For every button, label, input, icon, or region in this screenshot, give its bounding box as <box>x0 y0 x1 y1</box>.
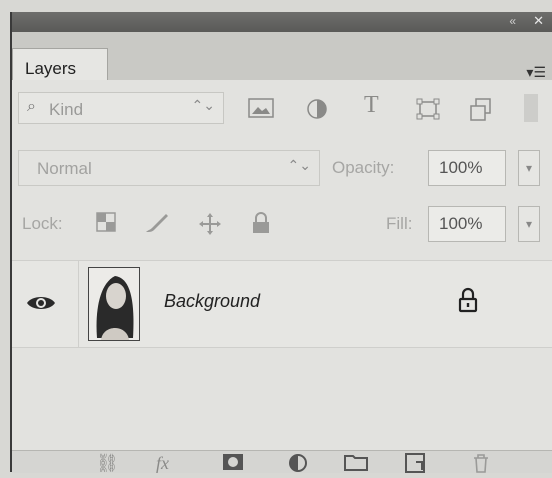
lock-image-brush-icon[interactable] <box>144 212 170 240</box>
lock-transparent-icon[interactable] <box>96 212 116 238</box>
panel-content: ⌕ Kind ⌃⌄ T Normal ⌃⌄ Opacity: 100% ▾ Lo… <box>12 80 552 473</box>
filter-toggle[interactable] <box>524 94 538 122</box>
layers-panel: « ✕ Layers ▾☰ ⌕ Kind ⌃⌄ T Normal ⌃⌄ Opac… <box>10 12 552 473</box>
collapse-icon[interactable]: « <box>509 14 516 28</box>
mask-icon[interactable] <box>222 453 244 476</box>
blend-mode-select[interactable]: Normal ⌃⌄ <box>18 150 320 186</box>
opacity-input[interactable]: 100% <box>428 150 506 186</box>
kind-label: Kind <box>49 100 84 119</box>
opacity-label: Opacity: <box>332 158 395 177</box>
select-arrows-icon: ⌃⌄ <box>287 157 311 173</box>
tab-label: Layers <box>25 59 77 78</box>
opacity-dropdown-icon[interactable]: ▾ <box>518 150 540 186</box>
search-icon: ⌕ <box>27 98 36 115</box>
tab-row: Layers ▾☰ <box>12 32 552 86</box>
panel-menu-icon[interactable]: ▾☰ <box>526 64 546 81</box>
panel-titlebar: « ✕ <box>12 12 552 32</box>
layer-name[interactable]: Background <box>164 291 260 312</box>
visibility-toggle[interactable] <box>12 261 79 347</box>
eye-icon <box>27 297 55 309</box>
group-folder-icon[interactable] <box>344 453 368 476</box>
close-icon[interactable]: ✕ <box>533 13 544 29</box>
layer-row-background[interactable]: Background <box>12 260 552 348</box>
blend-mode-label: Normal <box>37 159 92 178</box>
layer-thumbnail[interactable] <box>88 267 140 341</box>
select-arrows-icon: ⌃⌄ <box>191 97 215 113</box>
lock-all-icon[interactable] <box>252 212 270 240</box>
blend-row: Normal ⌃⌄ Opacity: 100% ▾ <box>12 146 552 190</box>
adjustment-layer-icon[interactable] <box>288 453 308 478</box>
lock-row: Lock: Fill: 100% ▾ <box>12 202 552 246</box>
fill-label: Fill: <box>386 214 413 233</box>
layers-bottom-bar: ⛓ fx <box>12 450 552 473</box>
shape-filter-icon[interactable] <box>416 98 440 126</box>
kind-filter-select[interactable]: ⌕ Kind ⌃⌄ <box>18 92 224 124</box>
lock-position-move-icon[interactable] <box>198 212 222 242</box>
lock-label: Lock: <box>22 214 63 233</box>
fx-icon[interactable]: fx <box>156 453 169 474</box>
adjustment-filter-icon[interactable] <box>306 98 328 126</box>
new-layer-icon[interactable] <box>404 453 426 478</box>
fill-dropdown-icon[interactable]: ▾ <box>518 206 540 242</box>
fill-input[interactable]: 100% <box>428 206 506 242</box>
layer-locked-icon <box>458 287 478 313</box>
link-layers-icon[interactable]: ⛓ <box>96 453 119 474</box>
image-filter-icon[interactable] <box>248 98 274 124</box>
filter-row: ⌕ Kind ⌃⌄ T <box>12 86 552 130</box>
trash-icon[interactable] <box>472 453 490 478</box>
type-filter-icon[interactable]: T <box>364 92 379 119</box>
smart-object-filter-icon[interactable] <box>470 98 492 128</box>
